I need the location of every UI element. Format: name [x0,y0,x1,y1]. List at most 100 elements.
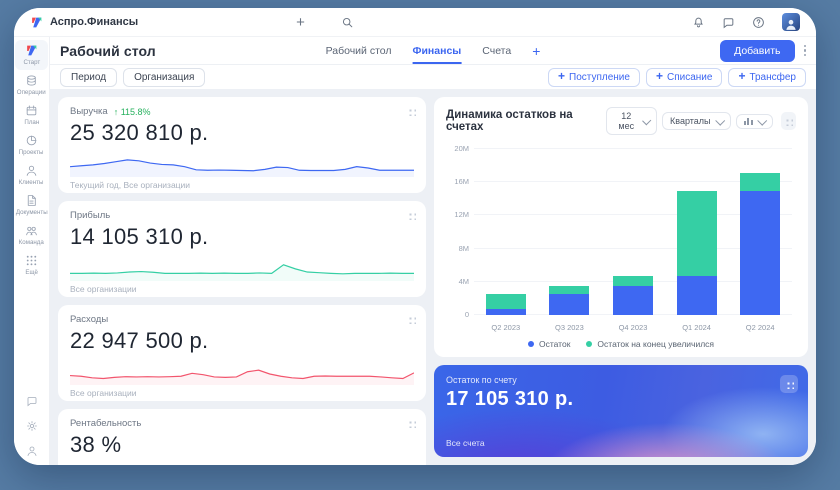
income-label: Поступление [569,72,630,83]
organization-filter-button[interactable]: Организация [123,68,205,87]
kpi-value: 22 947 500 р. [70,328,414,354]
chart-legend: Остаток Остаток на конец увеличился [446,339,796,349]
plus-icon: + [656,72,663,82]
plus-icon: + [738,72,745,82]
add-tab-icon[interactable]: + [532,42,540,59]
chart-column: Динамика остатков на счетах 12 мес Кварт… [434,97,808,457]
kpi-label: Рентабельность [70,418,141,429]
sidebar-item-more[interactable]: Ещё [15,250,48,280]
search-icon[interactable] [341,16,354,29]
person-icon [25,164,38,177]
profitability-card[interactable]: Рентабельность 38 % [58,409,426,465]
support-chat-icon[interactable] [26,395,38,407]
kpi-caption: Все организации [70,388,414,398]
create-plus-icon[interactable]: + [296,15,305,30]
tab-desktop[interactable]: Рабочий стол [326,37,392,64]
legend-item[interactable]: Остаток на конец увеличился [586,339,714,349]
grid-dots-icon [25,254,38,267]
sidebar: Старт Операции План Проекты [14,37,50,465]
profit-card[interactable]: Прибыль 14 105 310 р. Все организации [58,201,426,297]
x-tick-label: Q2 2023 [474,323,538,332]
income-button[interactable]: + Поступление [548,68,640,87]
granularity-select[interactable]: Кварталы [662,112,730,130]
bar-chart-icon [744,118,753,125]
period-select-value: 12 мес [614,111,638,131]
help-icon[interactable] [752,16,765,29]
chart-x-axis: Q2 2023Q3 2023Q4 2023Q1 2024Q2 2024 [474,323,792,332]
x-tick-label: Q1 2024 [665,323,729,332]
plus-icon: + [558,72,565,82]
stacked-bar[interactable] [486,149,526,315]
drag-handle-icon[interactable] [781,112,796,130]
transfer-button[interactable]: + Трансфер [728,68,806,87]
profile-icon[interactable] [26,445,38,457]
drag-handle-icon[interactable] [407,107,416,116]
coins-icon [25,74,38,87]
more-menu-icon[interactable] [804,45,807,57]
sidebar-label: Операции [17,89,46,96]
delta-up-badge: ↑ 115.8% [114,107,151,117]
period-select[interactable]: 12 мес [606,107,657,135]
bar-chart-plot: 04M8M12M16M20M [474,149,792,315]
quick-actions: + Поступление + Списание + Трансфер [548,68,806,87]
stacked-bar[interactable] [740,149,780,315]
legend-item[interactable]: Остаток [528,339,570,349]
kpi-value: 38 % [70,432,414,458]
tab-accounts[interactable]: Счета [482,37,511,64]
stacked-bar[interactable] [549,149,589,315]
chevron-down-icon [757,115,767,125]
stacked-bar[interactable] [677,149,717,315]
x-tick-label: Q2 2024 [728,323,792,332]
chevron-down-icon [715,115,725,125]
sidebar-item-documents[interactable]: Документы [15,190,48,220]
revenue-sparkline [70,151,414,177]
stacked-bar[interactable] [613,149,653,315]
drag-handle-icon[interactable] [407,315,416,324]
gear-icon[interactable] [26,420,38,432]
sidebar-bottom [26,395,38,465]
drag-handle-icon[interactable] [407,419,416,428]
y-tick-label: 0 [446,310,469,319]
user-avatar[interactable] [782,13,800,31]
sidebar-label: Ещё [25,269,38,276]
sidebar-item-clients[interactable]: Клиенты [15,160,48,190]
document-icon [25,194,38,207]
drag-handle-icon[interactable] [407,211,416,220]
account-balance-card[interactable]: Остаток по счету 17 105 310 р. Все счета [434,365,808,457]
revenue-card[interactable]: Выручка ↑ 115.8% 25 320 810 р. Текущий г… [58,97,426,193]
sidebar-label: Команда [19,239,44,246]
expenses-sparkline [70,359,414,385]
sidebar-item-plan[interactable]: План [15,100,48,130]
topbar: Аспро.Финансы + [14,8,816,37]
expense-label: Списание [667,72,712,83]
sidebar-item-team[interactable]: Команда [15,220,48,250]
y-tick-label: 12M [446,210,469,219]
sidebar-item-operations[interactable]: Операции [15,70,48,100]
balance-value: 17 105 310 р. [446,388,796,411]
period-filter-button[interactable]: Период [60,68,117,87]
profitability-sparkline [70,463,414,465]
sidebar-item-start[interactable]: Старт [15,40,48,70]
sidebar-label: Старт [23,59,40,66]
balance-dynamics-panel: Динамика остатков на счетах 12 мес Кварт… [434,97,808,357]
chat-icon[interactable] [722,16,735,29]
balance-label: Остаток по счету [446,375,796,385]
pie-chart-icon [25,134,38,147]
y-tick-label: 20M [446,144,469,153]
dashboard-content: Выручка ↑ 115.8% 25 320 810 р. Текущий г… [50,89,816,465]
y-tick-label: 4M [446,277,469,286]
expense-button[interactable]: + Списание [646,68,722,87]
drag-handle-icon[interactable] [780,375,798,393]
sidebar-label: Документы [16,209,48,216]
sidebar-item-projects[interactable]: Проекты [15,130,48,160]
app-logo-icon [30,16,43,29]
add-button[interactable]: Добавить [720,40,794,62]
page-header: Рабочий стол Рабочий стол Финансы Счета … [50,37,816,65]
kpi-label: Выручка [70,106,108,117]
kpi-column: Выручка ↑ 115.8% 25 320 810 р. Текущий г… [58,97,426,457]
expenses-card[interactable]: Расходы 22 947 500 р. Все организации [58,305,426,401]
chart-type-select[interactable] [736,114,773,129]
tab-finances[interactable]: Финансы [413,37,462,64]
bell-icon[interactable] [692,16,705,29]
kpi-caption: Текущий год, Все организации [70,180,414,190]
